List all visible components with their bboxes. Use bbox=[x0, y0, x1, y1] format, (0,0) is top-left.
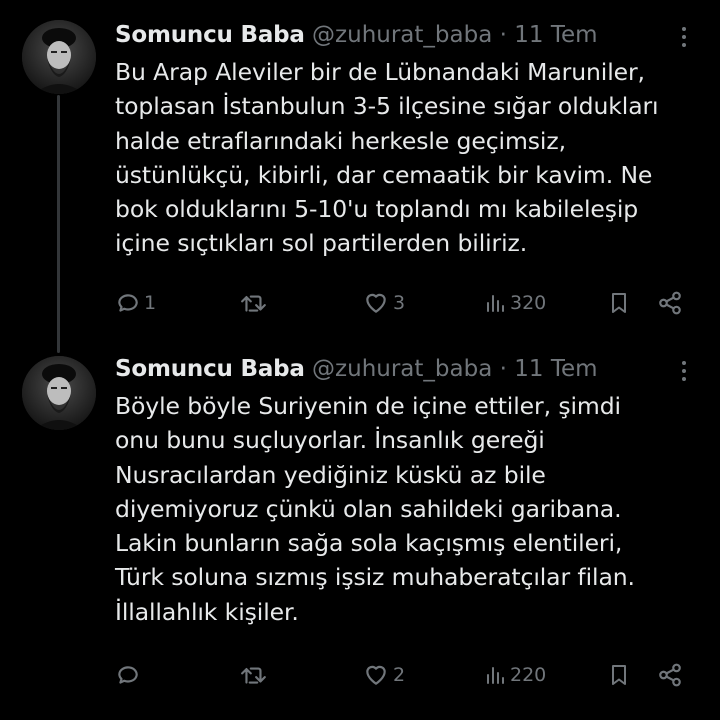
views-icon bbox=[487, 667, 504, 684]
thread-connector-line bbox=[57, 95, 60, 353]
bookmark-button[interactable] bbox=[607, 660, 631, 690]
share-icon bbox=[659, 291, 681, 315]
tweet-text: Böyle böyle Suriyenin de içine ettiler, … bbox=[115, 392, 635, 626]
views-button[interactable]: 220 bbox=[483, 660, 546, 690]
tweet-actions: 1 3 320 bbox=[115, 288, 695, 318]
like-button[interactable]: 3 bbox=[362, 288, 405, 318]
views-icon bbox=[487, 295, 504, 312]
reply-button[interactable]: 1 bbox=[115, 288, 156, 318]
tweet-header: Somuncu Baba @zuhurat_baba · 11 Tem bbox=[115, 352, 670, 386]
reply-button[interactable] bbox=[115, 660, 144, 690]
bookmark-icon bbox=[612, 665, 626, 685]
tweet-actions: 2 220 bbox=[115, 660, 695, 690]
tweet-text: Bu Arap Aleviler bir de Lübnandaki Marun… bbox=[115, 58, 659, 258]
author-name[interactable]: Somuncu Baba bbox=[115, 356, 305, 382]
like-button[interactable]: 2 bbox=[362, 660, 405, 690]
more-icon[interactable] bbox=[674, 24, 694, 50]
separator-dot: · bbox=[499, 22, 507, 48]
avatar[interactable] bbox=[22, 356, 96, 430]
views-count: 320 bbox=[510, 292, 547, 314]
tweet[interactable]: Somuncu Baba @zuhurat_baba · 11 Tem Bu A… bbox=[0, 0, 720, 353]
share-button[interactable] bbox=[657, 660, 683, 690]
bookmark-icon bbox=[612, 293, 626, 313]
reply-count: 1 bbox=[144, 292, 157, 314]
reply-icon bbox=[118, 294, 138, 312]
tweet-date[interactable]: 11 Tem bbox=[514, 356, 597, 382]
separator-dot: · bbox=[499, 356, 507, 382]
tweet-date[interactable]: 11 Tem bbox=[514, 22, 597, 48]
tweet-header: Somuncu Baba @zuhurat_baba · 11 Tem bbox=[115, 18, 670, 52]
share-button[interactable] bbox=[657, 288, 683, 318]
tweet[interactable]: Somuncu Baba @zuhurat_baba · 11 Tem Böyl… bbox=[0, 350, 720, 720]
like-icon bbox=[366, 293, 386, 313]
author-handle[interactable]: @zuhurat_baba bbox=[312, 356, 492, 382]
like-icon bbox=[366, 665, 386, 685]
like-count: 2 bbox=[393, 664, 406, 686]
reply-icon bbox=[118, 666, 138, 684]
retweet-icon bbox=[241, 667, 266, 684]
views-count: 220 bbox=[510, 664, 547, 686]
like-count: 3 bbox=[393, 292, 406, 314]
bookmark-button[interactable] bbox=[607, 288, 631, 318]
avatar[interactable] bbox=[22, 20, 96, 94]
author-handle[interactable]: @zuhurat_baba bbox=[312, 22, 492, 48]
more-icon[interactable] bbox=[674, 358, 694, 384]
retweet-button[interactable] bbox=[240, 660, 271, 690]
retweet-icon bbox=[241, 295, 266, 312]
share-icon bbox=[659, 663, 681, 687]
author-name[interactable]: Somuncu Baba bbox=[115, 22, 305, 48]
views-button[interactable]: 320 bbox=[483, 288, 546, 318]
retweet-button[interactable] bbox=[240, 288, 271, 318]
